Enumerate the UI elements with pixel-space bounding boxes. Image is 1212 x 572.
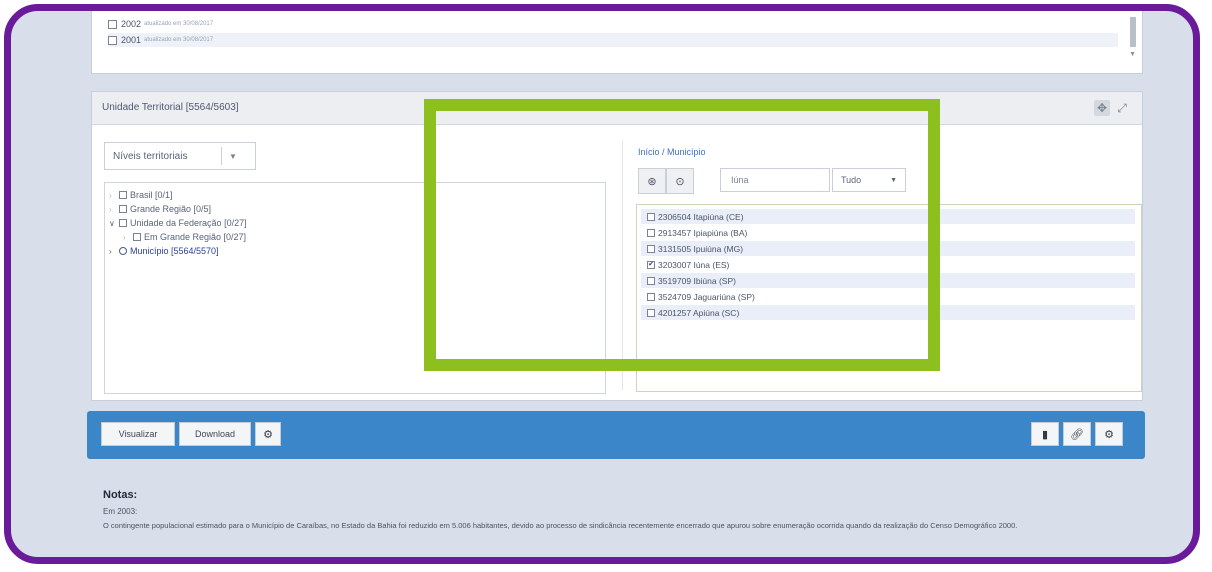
panel-title: Unidade Territorial [5564/5603] bbox=[102, 102, 239, 113]
bookmark-button[interactable]: ▮ bbox=[1031, 422, 1059, 446]
year-item[interactable]: 2002 atualizado em 30/08/2017 bbox=[108, 17, 1118, 31]
tree-label: Grande Região [0/5] bbox=[130, 204, 212, 214]
scrollbar-thumb[interactable] bbox=[1130, 17, 1136, 47]
download-button[interactable]: Download bbox=[179, 422, 251, 446]
highlight-box bbox=[424, 99, 940, 371]
tree-checkbox[interactable] bbox=[119, 219, 127, 227]
settings-button[interactable]: ⚙ bbox=[255, 422, 281, 446]
move-icon[interactable]: ✥ bbox=[1094, 100, 1110, 116]
tree-label: Unidade da Federação [0/27] bbox=[130, 218, 247, 228]
gear-icon: ⚙ bbox=[263, 428, 273, 441]
expand-icon[interactable]: ⤢ bbox=[1114, 100, 1130, 116]
visualizar-button[interactable]: Visualizar bbox=[101, 422, 175, 446]
bookmark-icon: ▮ bbox=[1041, 428, 1049, 441]
chevron-right-icon[interactable]: › bbox=[109, 205, 119, 214]
year-label: 2002 bbox=[121, 19, 142, 29]
chevron-down-icon: ▼ bbox=[221, 147, 244, 165]
tree-checkbox[interactable] bbox=[119, 191, 127, 199]
tree-item-municipio[interactable]: › Município [5564/5570] bbox=[109, 245, 219, 257]
year-list-panel: 2002 atualizado em 30/08/2017 2001 atual… bbox=[91, 11, 1143, 74]
territorial-level-select[interactable]: Níveis territoriais ▼ bbox=[104, 142, 256, 170]
tree-checkbox[interactable] bbox=[119, 205, 127, 213]
chevron-right-icon[interactable]: › bbox=[109, 247, 119, 256]
year-label: 2001 bbox=[121, 35, 142, 45]
options-button[interactable]: ⚙ bbox=[1095, 422, 1123, 446]
tree-checkbox[interactable] bbox=[133, 233, 141, 241]
scroll-down-icon[interactable]: ▼ bbox=[1129, 51, 1136, 58]
action-toolbar: Visualizar Download ⚙ ▮ 🔗︎ ⚙ bbox=[87, 411, 1145, 459]
year-updated: atualizado em 30/08/2017 bbox=[144, 37, 214, 43]
chevron-down-icon[interactable]: ∨ bbox=[109, 219, 119, 228]
year-item[interactable]: 2001 atualizado em 30/08/2017 bbox=[108, 33, 1118, 47]
link-icon: 🔗︎ bbox=[1070, 428, 1084, 441]
year-checkbox[interactable] bbox=[108, 35, 117, 45]
chevron-right-icon[interactable]: › bbox=[123, 233, 133, 242]
tree-partial-checkbox[interactable] bbox=[119, 247, 127, 255]
tree-item-em-grande-regiao[interactable]: › Em Grande Região [0/27] bbox=[123, 231, 246, 243]
notes-text: O contingente populacional estimado para… bbox=[103, 521, 1018, 530]
tree-label: Em Grande Região [0/27] bbox=[144, 232, 247, 242]
notes-year: Em 2003: bbox=[103, 507, 138, 516]
tree-item-brasil[interactable]: › Brasil [0/1] bbox=[109, 189, 173, 201]
chevron-right-icon[interactable]: › bbox=[109, 191, 119, 200]
screenshot-frame: 2002 atualizado em 30/08/2017 2001 atual… bbox=[4, 4, 1200, 564]
tree-label: Município [5564/5570] bbox=[130, 246, 219, 256]
tree-label: Brasil [0/1] bbox=[130, 190, 173, 200]
tree-item-uf[interactable]: ∨ Unidade da Federação [0/27] bbox=[109, 217, 247, 229]
select-value: Níveis territoriais bbox=[113, 150, 188, 162]
cog-icon: ⚙ bbox=[1104, 428, 1114, 441]
year-updated: atualizado em 30/08/2017 bbox=[144, 21, 214, 27]
year-checkbox[interactable] bbox=[108, 19, 117, 29]
link-button[interactable]: 🔗︎ bbox=[1063, 422, 1091, 446]
tree-item-grande-regiao[interactable]: › Grande Região [0/5] bbox=[109, 203, 211, 215]
notes-title: Notas: bbox=[103, 489, 138, 501]
